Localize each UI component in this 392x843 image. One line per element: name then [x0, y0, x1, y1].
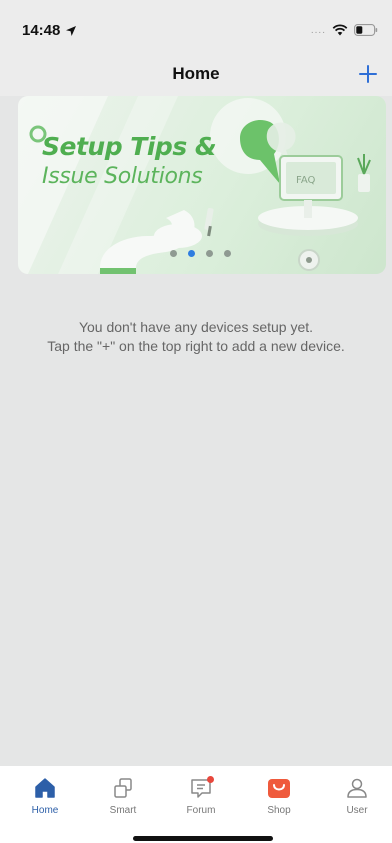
- tab-shop[interactable]: Shop: [249, 774, 309, 816]
- tab-label: User: [346, 805, 368, 816]
- carousel-dot[interactable]: [224, 250, 231, 257]
- faq-screen-text: FAQ: [296, 175, 315, 186]
- tab-home[interactable]: Home: [15, 774, 75, 816]
- signal-dots: ....: [310, 24, 326, 36]
- empty-state-message: You don't have any devices setup yet. Ta…: [0, 318, 392, 356]
- nav-bar: Home: [0, 52, 392, 96]
- tab-label: Shop: [267, 805, 291, 816]
- setup-tips-banner[interactable]: FAQ Setup Tips & Issue Solutions: [18, 96, 386, 274]
- tab-forum[interactable]: Forum: [171, 774, 231, 816]
- status-time-text: 14:48: [22, 22, 61, 39]
- cubes-icon: [114, 778, 132, 798]
- carousel-dots: [170, 250, 231, 257]
- tab-label: Forum: [186, 805, 216, 816]
- status-icons: ....: [311, 24, 378, 36]
- empty-state-line: You don't have any devices setup yet.: [78, 319, 314, 335]
- tab-smart[interactable]: Smart: [93, 774, 153, 816]
- page-title: Home: [172, 64, 220, 83]
- add-device-button[interactable]: [354, 60, 382, 88]
- home-indicator: [133, 836, 273, 841]
- person-icon: [347, 778, 367, 798]
- status-bar: 14:48 ....: [0, 0, 392, 52]
- carousel-dot[interactable]: [206, 250, 213, 257]
- carousel-dot[interactable]: [170, 250, 177, 257]
- plus-icon: [359, 65, 377, 83]
- carousel-dot-active[interactable]: [188, 250, 195, 257]
- banner-title: Setup Tips &: [42, 132, 217, 161]
- notification-badge: [207, 776, 214, 783]
- empty-state-line: Tap the "+" on the top right to add a ne…: [47, 338, 345, 354]
- location-arrow-icon: [66, 25, 77, 36]
- status-time: 14:48: [22, 22, 77, 39]
- tab-label: Smart: [109, 805, 137, 816]
- banner-subtitle: Issue Solutions: [42, 164, 203, 189]
- shopping-bag-icon: [268, 779, 290, 798]
- tab-label: Home: [31, 805, 59, 816]
- bottom-tab-bar: Home Smart Forum Shop User: [0, 766, 392, 843]
- tab-user[interactable]: User: [327, 774, 387, 816]
- wifi-icon: [332, 24, 348, 36]
- house-icon: [35, 778, 55, 798]
- battery-icon: [354, 24, 378, 36]
